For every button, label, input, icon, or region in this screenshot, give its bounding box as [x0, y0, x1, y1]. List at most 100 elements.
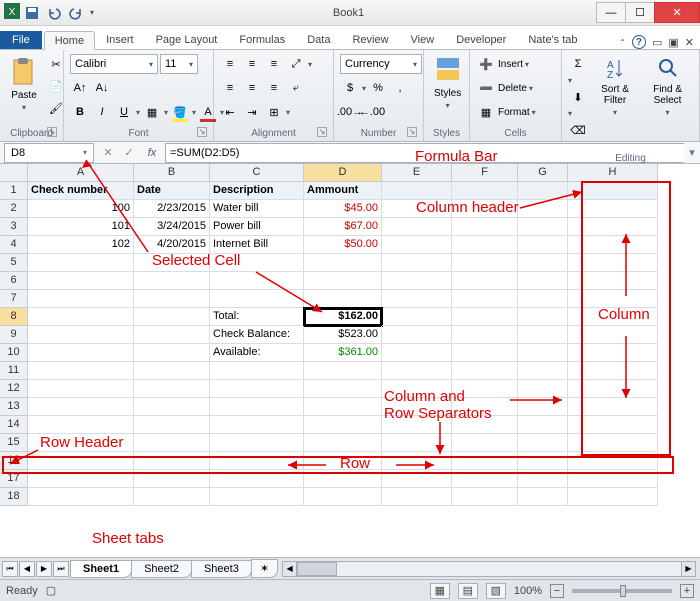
cell-H10[interactable]: [568, 344, 658, 362]
column-header-H[interactable]: H: [568, 164, 658, 182]
cell-C14[interactable]: [210, 416, 304, 434]
row-header-8[interactable]: 8: [0, 308, 28, 326]
copy-icon[interactable]: 📄: [46, 76, 66, 96]
cell-G7[interactable]: [518, 290, 568, 308]
cell-G3[interactable]: [518, 218, 568, 236]
save-icon[interactable]: [22, 3, 42, 23]
zoom-out-button[interactable]: −: [550, 584, 564, 598]
cell-D12[interactable]: [304, 380, 382, 398]
bold-button[interactable]: B: [70, 102, 90, 122]
cancel-formula-icon[interactable]: ✕: [98, 143, 118, 163]
enter-formula-icon[interactable]: ✓: [119, 143, 139, 163]
cell-B1[interactable]: Date: [134, 182, 210, 200]
cell-E18[interactable]: [382, 488, 452, 506]
cell-F12[interactable]: [452, 380, 518, 398]
cell-D6[interactable]: [304, 272, 382, 290]
cell-C4[interactable]: Internet Bill: [210, 236, 304, 254]
cell-D1[interactable]: Ammount: [304, 182, 382, 200]
cell-G11[interactable]: [518, 362, 568, 380]
percent-format-icon[interactable]: %: [368, 78, 388, 98]
clear-icon[interactable]: ⌫: [568, 120, 588, 140]
row-header-13[interactable]: 13: [0, 398, 28, 416]
cell-C15[interactable]: [210, 434, 304, 452]
cell-E4[interactable]: [382, 236, 452, 254]
cell-B9[interactable]: [134, 326, 210, 344]
cell-D16[interactable]: [304, 452, 382, 470]
cell-A9[interactable]: [28, 326, 134, 344]
cell-D10[interactable]: $361.00: [304, 344, 382, 362]
sheet-nav-first[interactable]: ⏮: [2, 561, 18, 577]
cell-D17[interactable]: [304, 470, 382, 488]
cell-F14[interactable]: [452, 416, 518, 434]
cell-B12[interactable]: [134, 380, 210, 398]
cell-C1[interactable]: Description: [210, 182, 304, 200]
row-header-2[interactable]: 2: [0, 200, 28, 218]
row-header-5[interactable]: 5: [0, 254, 28, 272]
tab-formulas[interactable]: Formulas: [228, 30, 296, 49]
cell-B15[interactable]: [134, 434, 210, 452]
decrease-decimal-icon[interactable]: ←.00: [362, 102, 382, 122]
cell-E6[interactable]: [382, 272, 452, 290]
column-header-G[interactable]: G: [518, 164, 568, 182]
cell-E3[interactable]: [382, 218, 452, 236]
font-color-button[interactable]: A: [198, 102, 218, 122]
number-format-combo[interactable]: Currency▾: [340, 54, 422, 74]
cell-A17[interactable]: [28, 470, 134, 488]
cell-D2[interactable]: $45.00: [304, 200, 382, 218]
cell-H1[interactable]: [568, 182, 658, 200]
cell-E13[interactable]: [382, 398, 452, 416]
row-header-17[interactable]: 17: [0, 470, 28, 488]
zoom-level[interactable]: 100%: [514, 585, 542, 597]
cell-G1[interactable]: [518, 182, 568, 200]
tab-view[interactable]: View: [400, 30, 446, 49]
cell-D14[interactable]: [304, 416, 382, 434]
cell-G13[interactable]: [518, 398, 568, 416]
borders-button[interactable]: ▦: [142, 102, 162, 122]
cell-A4[interactable]: 102: [28, 236, 134, 254]
italic-button[interactable]: I: [92, 102, 112, 122]
cell-B6[interactable]: [134, 272, 210, 290]
cell-H4[interactable]: [568, 236, 658, 254]
fill-icon[interactable]: ⬇: [568, 87, 588, 107]
cells-format-button[interactable]: ▦Format▾: [476, 102, 536, 122]
tab-insert[interactable]: Insert: [95, 30, 145, 49]
column-header-E[interactable]: E: [382, 164, 452, 182]
align-right-icon[interactable]: ≡: [264, 78, 284, 98]
cell-F11[interactable]: [452, 362, 518, 380]
cell-F4[interactable]: [452, 236, 518, 254]
font-size-combo[interactable]: 11▾: [160, 54, 198, 74]
help-icon[interactable]: ?: [632, 35, 646, 49]
align-left-icon[interactable]: ≡: [220, 78, 240, 98]
cell-H7[interactable]: [568, 290, 658, 308]
cell-A2[interactable]: 100: [28, 200, 134, 218]
tab-home[interactable]: Home: [44, 31, 95, 50]
cell-G6[interactable]: [518, 272, 568, 290]
cell-G14[interactable]: [518, 416, 568, 434]
cell-A14[interactable]: [28, 416, 134, 434]
cell-B13[interactable]: [134, 398, 210, 416]
row-header-3[interactable]: 3: [0, 218, 28, 236]
sheet-nav-last[interactable]: ⏭: [53, 561, 69, 577]
cell-G15[interactable]: [518, 434, 568, 452]
cell-G9[interactable]: [518, 326, 568, 344]
cell-D4[interactable]: $50.00: [304, 236, 382, 254]
increase-indent-icon[interactable]: ⇥: [242, 102, 262, 122]
cell-F2[interactable]: [452, 200, 518, 218]
cell-F5[interactable]: [452, 254, 518, 272]
cell-G5[interactable]: [518, 254, 568, 272]
cell-G17[interactable]: [518, 470, 568, 488]
cell-A13[interactable]: [28, 398, 134, 416]
cell-F3[interactable]: [452, 218, 518, 236]
column-header-B[interactable]: B: [134, 164, 210, 182]
comma-format-icon[interactable]: ,: [390, 78, 410, 98]
alignment-dialog-launcher[interactable]: ↘: [317, 127, 327, 137]
cell-H8[interactable]: [568, 308, 658, 326]
cells-delete-button[interactable]: ➖Delete▾: [476, 78, 533, 98]
cell-H2[interactable]: [568, 200, 658, 218]
cell-A11[interactable]: [28, 362, 134, 380]
cell-F8[interactable]: [452, 308, 518, 326]
page-layout-view-button[interactable]: ▤: [458, 583, 478, 599]
row-header-1[interactable]: 1: [0, 182, 28, 200]
cell-H9[interactable]: [568, 326, 658, 344]
tab-developer[interactable]: Developer: [445, 30, 517, 49]
